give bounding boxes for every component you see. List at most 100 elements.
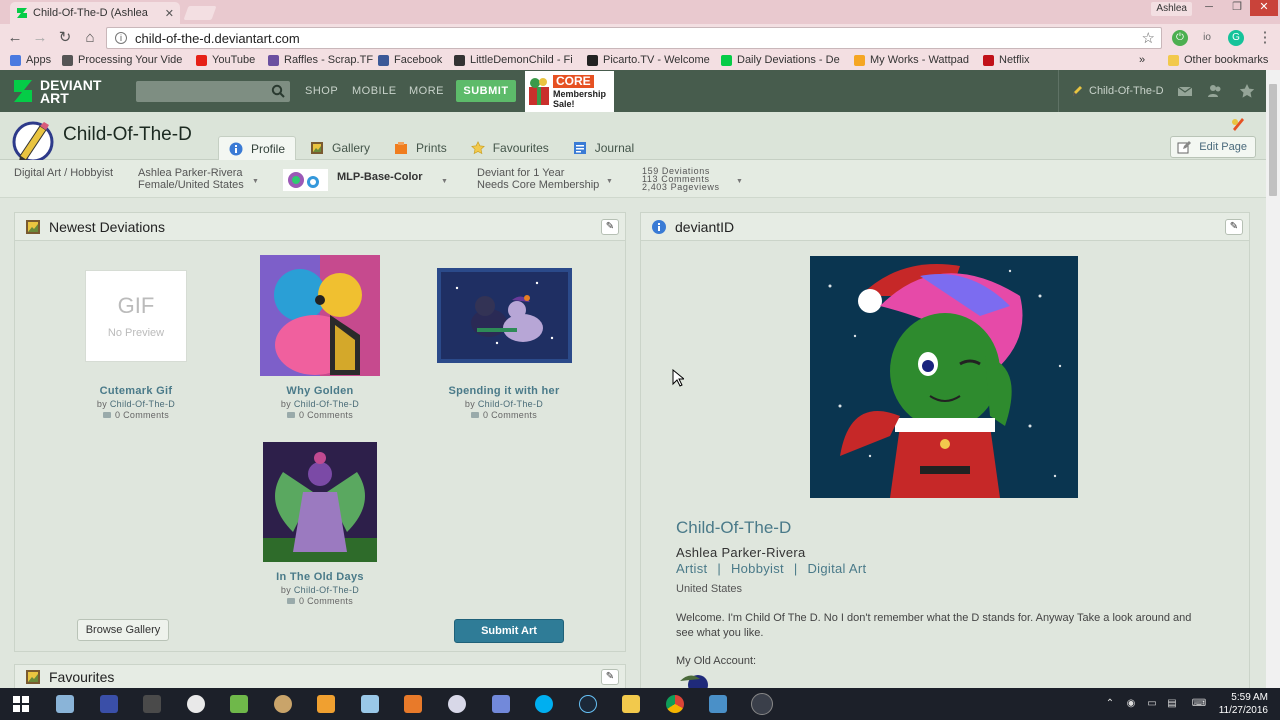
deviation-title[interactable]: Why Golden [230,385,410,397]
home-icon[interactable]: ⌂ [81,29,99,47]
bookmark-wattpad[interactable]: My Works - Wattpad [854,54,969,66]
other-bookmarks[interactable]: Other bookmarks [1168,54,1268,66]
cutemark-gif-thumbnail[interactable]: GIF No Preview [85,270,187,362]
taskbar-app-icon[interactable] [274,695,292,713]
window-close-icon[interactable]: ✕ [1250,0,1278,16]
site-info-icon[interactable]: i [115,32,127,44]
discord-icon[interactable] [492,695,510,713]
profile-identity[interactable]: Ashlea Parker-Rivera Female/United State… [138,167,244,191]
tab-gallery[interactable]: Gallery [300,136,380,160]
chrome-menu-icon[interactable]: ⋮ [1256,29,1274,47]
tray-keyboard-icon[interactable]: ⌨ [1189,698,1209,710]
nav-mobile[interactable]: MOBILE [352,85,397,97]
taskbar-clock[interactable]: 5:59 AM 11/27/2016 [1219,691,1268,717]
chevron-down-icon[interactable]: ▼ [441,174,448,188]
why-golden-thumbnail[interactable] [260,255,380,376]
deviation-title[interactable]: Spending it with her [414,385,594,397]
extension-power-icon[interactable]: ⏻ [1172,30,1188,46]
chevron-down-icon[interactable]: ▼ [736,174,743,188]
bookmark-facebook[interactable]: Facebook [378,54,442,66]
tray-notification-icon[interactable]: ▤ [1166,698,1178,710]
header-username[interactable]: Child-Of-The-D [1089,85,1164,97]
bookmark-apps[interactable]: Apps [10,54,51,66]
mlp-base-thumbnail[interactable] [283,169,328,191]
taskbar-app-icon[interactable] [404,695,422,713]
tag-artist[interactable]: Artist [676,561,707,576]
tab-journal[interactable]: Journal [563,136,644,160]
core-membership-ad[interactable]: CORE Membership Sale! [525,71,614,112]
taskbar-app-icon[interactable] [187,695,205,713]
bookmark-youtube[interactable]: YouTube [196,54,255,66]
chevron-down-icon[interactable]: ▼ [252,174,259,188]
file-explorer-icon[interactable] [622,695,640,713]
browse-gallery-button[interactable]: Browse Gallery [77,619,169,641]
tab-close-icon[interactable]: ✕ [165,7,174,20]
spending-it-with-her-thumbnail[interactable] [437,268,572,363]
minimize-icon[interactable]: ─ [1196,0,1222,16]
deviantid-username[interactable]: Child-Of-The-D [676,518,791,538]
scrollbar-thumb[interactable] [1269,84,1277,196]
back-arrow-icon[interactable]: ← [6,29,24,47]
skype-icon[interactable] [535,695,553,713]
mlp-base-color-link[interactable]: MLP-Base-Color [337,171,423,183]
edit-favourites-pencil-icon[interactable]: ✎ [601,669,619,685]
edit-page-button[interactable]: Edit Page [1170,136,1256,158]
page-scrollbar[interactable] [1266,70,1280,688]
deviation-author[interactable]: Child-Of-The-D [294,399,359,409]
search-icon[interactable] [271,84,285,98]
bookmark-daily-deviations[interactable]: Daily Deviations - De [721,54,840,66]
tab-favourites[interactable]: Favourites [461,136,559,160]
watchers-icon[interactable] [1207,83,1223,99]
deviation-author[interactable]: Child-Of-The-D [478,399,543,409]
taskbar-app-icon[interactable] [230,695,248,713]
forward-arrow-icon[interactable]: → [31,29,49,47]
deviation-title[interactable]: Cutemark Gif [46,385,226,397]
header-submit-button[interactable]: SUBMIT [456,80,516,102]
nav-shop[interactable]: SHOP [305,85,338,97]
deviantid-image[interactable] [810,256,1078,498]
submit-art-button[interactable]: Submit Art [454,619,564,643]
deviation-title[interactable]: In The Old Days [230,571,410,583]
tray-network-icon[interactable]: ▭ [1146,698,1158,710]
browser-tab[interactable]: Child-Of-The-D (Ashlea ✕ [10,2,180,24]
extension-io-icon[interactable]: io [1199,30,1215,46]
new-tab-button[interactable] [183,6,217,20]
taskbar-app-icon[interactable] [317,695,335,713]
bookmark-picarto[interactable]: Picarto.TV - Welcome [587,54,710,66]
chevron-down-icon[interactable]: ▼ [606,174,613,188]
bookmark-raffles[interactable]: Raffles - Scrap.TF [268,54,373,66]
reload-icon[interactable]: ↻ [56,29,74,47]
url-bar[interactable]: i child-of-the-d.deviantart.com ☆ [106,27,1162,49]
edit-deviantid-pencil-icon[interactable]: ✎ [1225,219,1243,235]
bookmark-processing[interactable]: Processing Your Vide [62,54,182,66]
taskbar-app-icon[interactable] [56,695,74,713]
chrome-icon[interactable] [666,695,684,713]
steam-icon[interactable] [579,695,597,713]
taskbar-app-icon[interactable] [448,695,466,713]
bookmark-littledemonchild[interactable]: LittleDemonChild - Fi [454,54,573,66]
profile-badge[interactable]: Ashlea [1151,2,1192,16]
tab-prints[interactable]: Prints [384,136,457,160]
bookmark-netflix[interactable]: Netflix [983,54,1030,66]
favourites-star-icon[interactable] [1239,83,1255,99]
edit-newest-pencil-icon[interactable]: ✎ [601,219,619,235]
taskbar-app-icon[interactable] [361,695,379,713]
bookmark-star-icon[interactable]: ☆ [1142,29,1155,47]
windows-start-icon[interactable] [12,695,30,713]
tag-hobbyist[interactable]: Hobbyist [731,561,784,576]
bookmarks-overflow-icon[interactable]: » [1139,54,1145,66]
in-the-old-days-thumbnail[interactable] [263,442,377,562]
tag-digital-art[interactable]: Digital Art [807,561,866,576]
obs-icon[interactable] [751,693,773,715]
extension-grammarly-icon[interactable]: G [1228,30,1244,46]
tray-overflow-icon[interactable]: ⌃ [1104,698,1116,710]
deviantart-logo[interactable]: DEVIANT ART [12,78,101,105]
taskbar-app-icon[interactable] [143,695,161,713]
maximize-icon[interactable]: ❐ [1224,0,1250,16]
taskbar-app-icon[interactable] [100,695,118,713]
deviation-author[interactable]: Child-Of-The-D [294,585,359,595]
user-avatar[interactable] [10,118,56,164]
nav-more[interactable]: MORE [409,85,444,97]
tab-profile[interactable]: Profile [218,136,297,160]
badge-icon[interactable] [1230,116,1246,132]
